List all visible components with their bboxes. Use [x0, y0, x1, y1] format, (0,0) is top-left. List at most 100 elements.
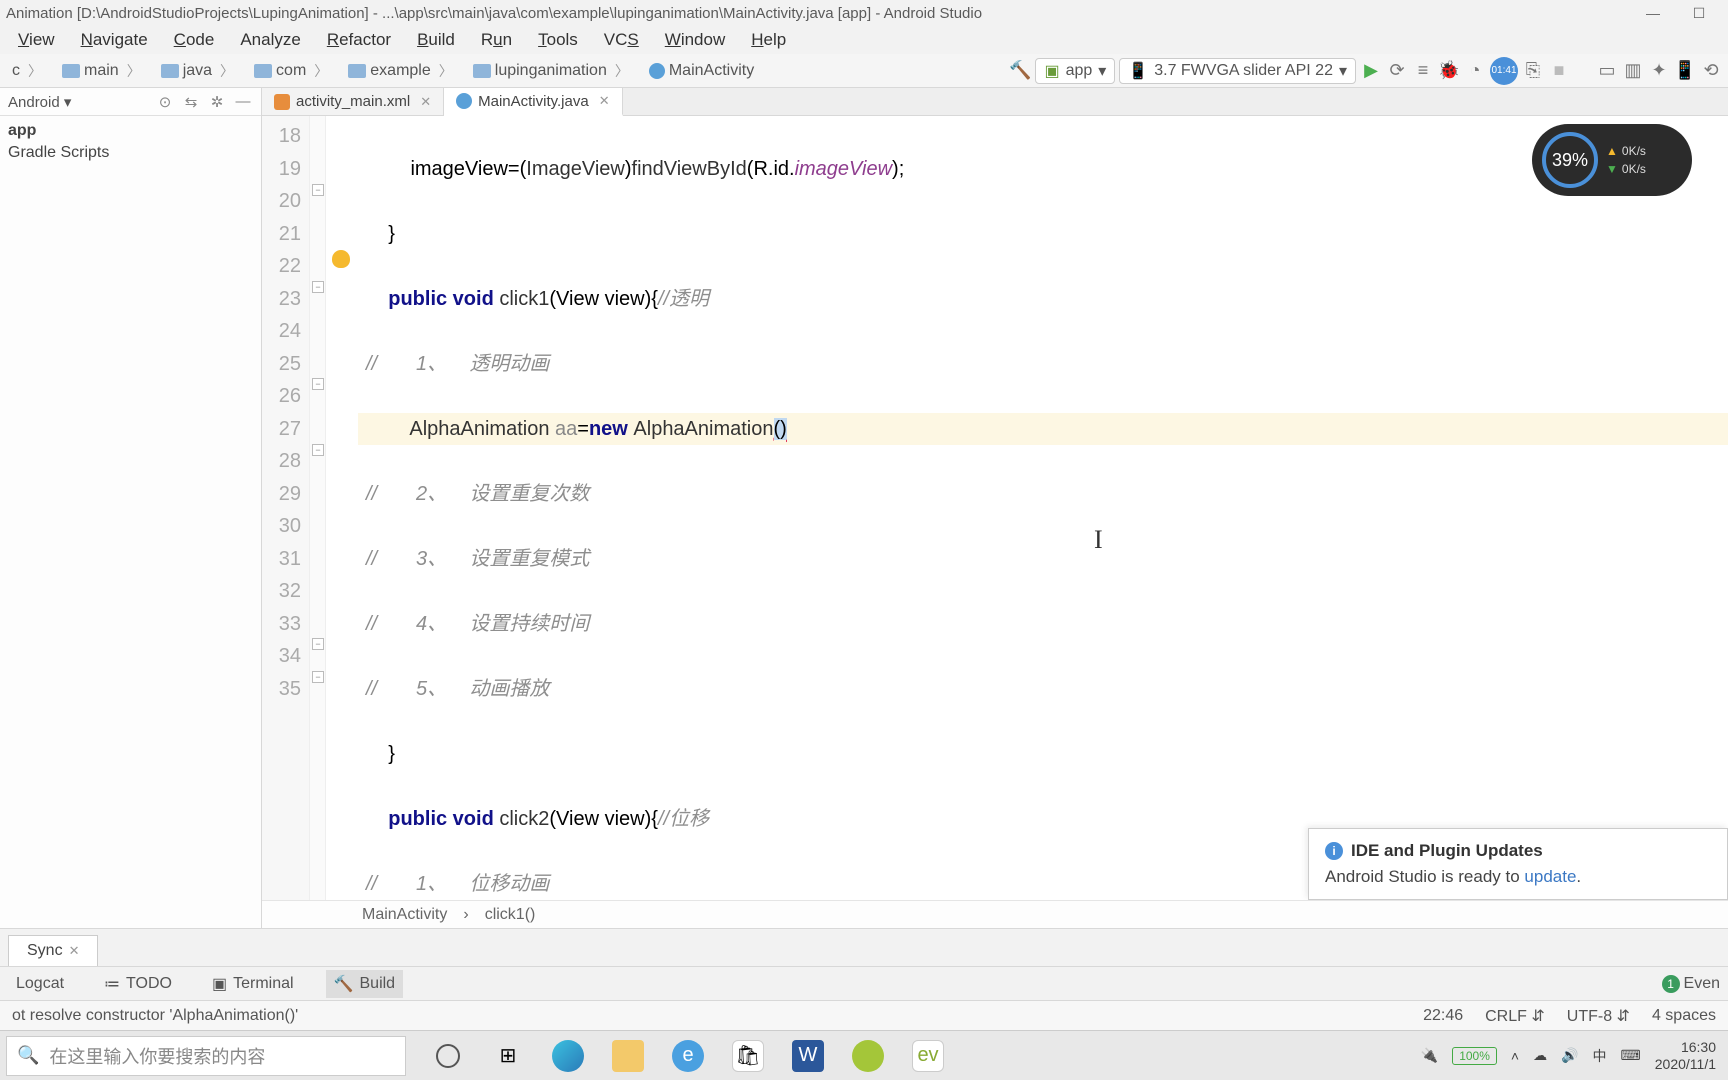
apply-changes-icon[interactable]: ⟳ — [1386, 60, 1408, 82]
crumb-method[interactable]: click1() — [485, 906, 536, 924]
intention-bulb-icon[interactable] — [332, 250, 350, 268]
word-icon[interactable]: W — [792, 1040, 824, 1072]
toolwin-build[interactable]: 🔨 Build — [326, 970, 404, 998]
menu-help[interactable]: Help — [739, 28, 798, 52]
crumb-c[interactable]: c〉 — [6, 61, 52, 81]
cortana-icon[interactable] — [432, 1040, 464, 1072]
menu-tools[interactable]: Tools — [526, 28, 590, 52]
close-icon[interactable]: ✕ — [420, 94, 431, 110]
maximize-button[interactable]: ☐ — [1676, 5, 1722, 22]
event-log-badge[interactable]: 1Even — [1662, 975, 1720, 993]
avd-manager-icon[interactable]: ▭ — [1596, 60, 1618, 82]
ime-indicator[interactable]: 中 — [1593, 1046, 1607, 1066]
sync-gradle-icon[interactable]: ⟲ — [1700, 60, 1722, 82]
menu-build[interactable]: Build — [405, 28, 467, 52]
indent-setting[interactable]: 4 spaces — [1652, 1007, 1716, 1025]
browser-icon[interactable]: e — [672, 1040, 704, 1072]
system-tray: 🔌 100% ˄ ☁ 🔊 中 ⌨ 16:30 2020/11/1 — [1409, 1039, 1728, 1073]
editor-breadcrumb: MainActivity › click1() — [262, 900, 1728, 928]
taskbar-clock[interactable]: 16:30 2020/11/1 — [1655, 1039, 1716, 1073]
fold-column[interactable]: − − − − − − — [310, 116, 326, 900]
performance-widget[interactable]: 39% ▲0K/s ▼0K/s — [1532, 124, 1692, 196]
tab-label: MainActivity.java — [478, 93, 589, 110]
hammer-build-icon[interactable]: 🔨 — [1009, 60, 1031, 82]
menu-analyze[interactable]: Analyze — [228, 28, 312, 52]
ev-recorder-icon[interactable]: ev — [912, 1040, 944, 1072]
device-icon[interactable]: 📱 — [1674, 60, 1696, 82]
menu-run[interactable]: Run — [469, 28, 524, 52]
menu-code[interactable]: Code — [162, 28, 227, 52]
apply-code-icon[interactable]: ≡ — [1412, 60, 1434, 82]
tree-item-gradle[interactable]: Gradle Scripts — [8, 142, 253, 164]
select-opened-file-icon[interactable]: ⊙ — [155, 93, 175, 111]
fold-toggle-icon[interactable]: − — [312, 378, 324, 390]
resource-manager-icon[interactable]: ✦ — [1648, 60, 1670, 82]
toolwin-todo[interactable]: ≔ TODO — [96, 970, 180, 998]
navigation-toolbar: c〉 main〉 java〉 com〉 example〉 lupinganima… — [0, 54, 1728, 88]
crumb-class[interactable]: MainActivity — [362, 906, 447, 924]
close-icon[interactable]: ✕ — [599, 93, 610, 109]
fold-toggle-icon[interactable]: − — [312, 671, 324, 683]
tab-sync[interactable]: Sync✕ — [8, 935, 98, 966]
crumb-java[interactable]: java〉 — [155, 61, 244, 81]
tray-chevron-icon[interactable]: ˄ — [1511, 1048, 1519, 1064]
fold-toggle-icon[interactable]: − — [312, 184, 324, 196]
menu-navigate[interactable]: Navigate — [69, 28, 160, 52]
android-studio-icon[interactable] — [852, 1040, 884, 1072]
menu-vcs[interactable]: VCS — [592, 28, 651, 52]
ime-mode-icon[interactable]: ⌨ — [1621, 1047, 1641, 1064]
tab-label: activity_main.xml — [296, 93, 410, 110]
volume-icon[interactable]: 🔊 — [1561, 1047, 1578, 1064]
run-icon[interactable]: ▶ — [1360, 60, 1382, 82]
debug-icon[interactable]: 🐞 — [1438, 60, 1460, 82]
close-icon[interactable]: ✕ — [69, 943, 80, 958]
onedrive-icon[interactable]: ☁ — [1533, 1047, 1547, 1064]
attach-debugger-icon[interactable]: ⎘ — [1522, 60, 1544, 82]
menu-view[interactable]: View — [6, 28, 67, 52]
menu-refactor[interactable]: Refactor — [315, 28, 403, 52]
minimize-button[interactable]: — — [1630, 5, 1676, 21]
tab-activity-main-xml[interactable]: activity_main.xml ✕ — [262, 88, 444, 115]
project-tree[interactable]: app Gradle Scripts — [0, 116, 261, 168]
bottom-tab-strip: Sync✕ — [0, 928, 1728, 966]
edge-icon[interactable] — [552, 1040, 584, 1072]
collapse-icon[interactable]: — — [233, 93, 253, 110]
crumb-package[interactable]: lupinganimation〉 — [467, 61, 639, 81]
code-body[interactable]: imageView=(ImageView)findViewById(R.id.i… — [358, 116, 1728, 900]
crumb-com[interactable]: com〉 — [248, 61, 338, 81]
fold-toggle-icon[interactable]: − — [312, 638, 324, 650]
store-icon[interactable]: 🛍 — [732, 1040, 764, 1072]
expand-all-icon[interactable]: ⇆ — [181, 93, 201, 111]
tree-item-app[interactable]: app — [8, 120, 253, 142]
crumb-class[interactable]: MainActivity — [643, 62, 760, 80]
file-encoding[interactable]: UTF-8 ⇵ — [1567, 1006, 1630, 1026]
windows-taskbar: 🔍 在这里输入你要搜索的内容 ⊞ e 🛍 W ev 🔌 100% ˄ ☁ 🔊 中… — [0, 1030, 1728, 1080]
menu-window[interactable]: Window — [653, 28, 737, 52]
update-notification[interactable]: iIDE and Plugin Updates Android Studio i… — [1308, 828, 1728, 900]
toolwin-terminal[interactable]: ▣ Terminal — [204, 970, 302, 998]
project-view-selector[interactable]: Android ▾ — [8, 93, 149, 111]
sdk-manager-icon[interactable]: ▥ — [1622, 60, 1644, 82]
tab-mainactivity-java[interactable]: MainActivity.java ✕ — [444, 88, 623, 116]
code-area[interactable]: 181920212223242526272829303132333435 − −… — [262, 116, 1728, 900]
update-link[interactable]: update — [1524, 867, 1576, 886]
line-separator[interactable]: CRLF ⇵ — [1485, 1006, 1545, 1026]
titlebar: Animation [D:\AndroidStudioProjects\Lupi… — [0, 0, 1728, 26]
crumb-example[interactable]: example〉 — [342, 61, 462, 81]
profiler-icon[interactable]: ◔ — [1464, 60, 1486, 82]
file-explorer-icon[interactable] — [612, 1040, 644, 1072]
stop-icon[interactable]: ■ — [1548, 60, 1570, 82]
taskbar-search[interactable]: 🔍 在这里输入你要搜索的内容 — [6, 1036, 406, 1076]
fold-toggle-icon[interactable]: − — [312, 444, 324, 456]
settings-icon[interactable]: ✲ — [207, 93, 227, 111]
run-config-selector[interactable]: ▣app ▾ — [1035, 58, 1115, 84]
toolwin-logcat[interactable]: Logcat — [8, 971, 72, 997]
device-selector[interactable]: 📱3.7 FWVGA slider API 22 ▾ — [1119, 58, 1356, 84]
battery-plug-icon[interactable]: 🔌 — [1421, 1047, 1438, 1064]
timer-badge: 01:41 — [1490, 57, 1518, 85]
task-view-icon[interactable]: ⊞ — [492, 1040, 524, 1072]
caret-position[interactable]: 22:46 — [1423, 1007, 1463, 1025]
fold-toggle-icon[interactable]: − — [312, 281, 324, 293]
crumb-main[interactable]: main〉 — [56, 61, 151, 81]
battery-indicator[interactable]: 100% — [1452, 1047, 1497, 1065]
